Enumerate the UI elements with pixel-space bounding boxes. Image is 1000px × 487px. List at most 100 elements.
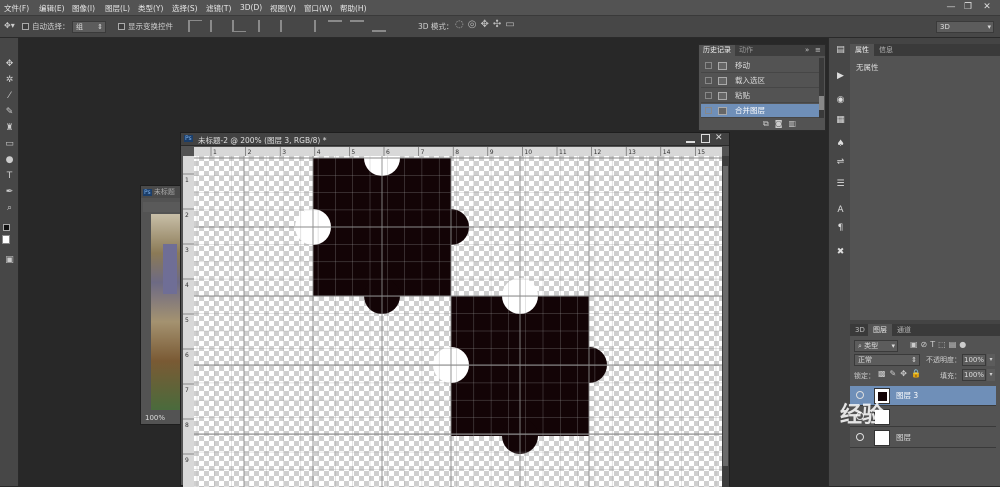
adjustment-panel-icon[interactable]: ⇌: [834, 156, 847, 168]
foreground-color-swatch[interactable]: [3, 224, 10, 231]
trash-icon[interactable]: ▥: [788, 119, 802, 128]
ruler-left-ticks: 1 2 3 4 5 6 7 8 9: [183, 173, 194, 464]
tab-properties[interactable]: 属性: [850, 44, 874, 56]
menu-select[interactable]: 选择(S): [172, 3, 198, 14]
dodge-icon[interactable]: ●: [3, 154, 16, 166]
tab-info[interactable]: 信息: [874, 44, 898, 56]
eyedropper-icon[interactable]: ⁄: [3, 90, 16, 102]
history-source-checkbox[interactable]: [705, 77, 712, 84]
move-tool-icon[interactable]: ✥: [3, 58, 16, 70]
menu-edit[interactable]: 编辑(E): [39, 3, 65, 14]
panel-menu-icon[interactable]: ≡: [815, 45, 821, 56]
menu-3d[interactable]: 3D(D): [240, 3, 262, 12]
history-source-checkbox[interactable]: [705, 107, 712, 114]
history-item[interactable]: 粘贴: [701, 89, 819, 103]
history-source-checkbox[interactable]: [705, 62, 712, 69]
distribute-center-icon[interactable]: [350, 20, 364, 32]
tab-actions[interactable]: 动作: [739, 45, 753, 56]
document-minimize-icon[interactable]: [686, 134, 695, 143]
screen-mode-icon[interactable]: ▣: [3, 254, 16, 266]
lock-icons[interactable]: ▩✎✥🔒: [878, 369, 925, 378]
opacity-chevron-icon[interactable]: ▾: [987, 354, 995, 366]
document-tab[interactable]: Ps 未标题-2 @ 200% (图层 3, RGB/8) * ✕: [181, 133, 729, 146]
ruler-top-label: 14: [663, 149, 671, 156]
actions-play-icon[interactable]: ▶: [834, 70, 847, 82]
history-source-checkbox[interactable]: [705, 92, 712, 99]
background-color-swatch[interactable]: [2, 235, 10, 244]
tab-layers[interactable]: 图层: [868, 324, 892, 336]
auto-select-checkbox[interactable]: [22, 23, 29, 30]
brush-icon[interactable]: ✎: [3, 106, 16, 118]
zoom-icon[interactable]: ⌕: [3, 202, 16, 214]
minimize-button[interactable]: —: [944, 1, 958, 13]
type-tool-icon[interactable]: T: [3, 170, 16, 182]
background-document-tab[interactable]: Ps 未标题: [141, 186, 181, 198]
move-tool-icon[interactable]: ✥▾: [4, 21, 15, 30]
blend-mode-dropdown[interactable]: 正常 ⇕: [854, 354, 920, 366]
pen-icon[interactable]: ✒: [3, 186, 16, 198]
options-bar: ✥▾ 自动选择： 组 ⇕ 显示变换控件 3D 模式： ◌◎✥✣▭ 3D ▾: [0, 16, 1000, 38]
new-document-from-state-icon[interactable]: ⧉: [763, 119, 775, 128]
align-vcenter-icon[interactable]: [210, 20, 224, 32]
menu-image[interactable]: 图像(I): [72, 3, 95, 14]
history-scrollbar-thumb[interactable]: [819, 96, 824, 110]
workspace-dropdown[interactable]: 3D ▾: [936, 21, 994, 33]
brush-panel-icon[interactable]: ♠: [834, 138, 847, 150]
align-bottom-icon[interactable]: [232, 20, 246, 32]
fill-input[interactable]: 100%: [962, 369, 986, 381]
history-item[interactable]: 载入选区: [701, 74, 819, 88]
layer-filter-dropdown[interactable]: ⌕ 类型 ▾: [854, 340, 898, 352]
canvas[interactable]: [194, 156, 722, 487]
auto-select-dropdown[interactable]: 组 ⇕: [72, 21, 106, 33]
fill-chevron-icon[interactable]: ▾: [987, 369, 995, 381]
eraser-icon[interactable]: ▭: [3, 138, 16, 150]
distribute-top-icon[interactable]: [328, 20, 342, 32]
layer-filter-icons[interactable]: ▣⊘T⬚▤●: [910, 340, 969, 349]
character-panel-icon[interactable]: A: [834, 204, 847, 216]
menu-file[interactable]: 文件(F): [4, 3, 29, 14]
3d-panel-icon[interactable]: ◉: [834, 94, 847, 106]
close-button[interactable]: ✕: [980, 1, 994, 13]
background-document-title: 未标题: [153, 188, 175, 196]
document-scrollbar-thumb[interactable]: [723, 166, 728, 466]
paragraph-panel-icon[interactable]: ¶: [834, 222, 847, 234]
history-item-selected[interactable]: 合并图层: [701, 104, 819, 118]
tab-history[interactable]: 历史记录: [699, 45, 735, 56]
menu-view[interactable]: 视图(V): [270, 3, 296, 14]
clone-stamp-icon[interactable]: ♜: [3, 122, 16, 134]
show-transform-label: 显示变换控件: [128, 22, 173, 31]
ruler-top-label: 13: [628, 149, 636, 156]
opacity-input[interactable]: 100%: [962, 354, 986, 366]
history-scrollbar[interactable]: [819, 58, 824, 118]
distribute-bottom-icon[interactable]: [372, 20, 386, 32]
history-item[interactable]: 移动: [701, 59, 819, 73]
grid-panel-icon[interactable]: ▦: [834, 114, 847, 126]
document-window[interactable]: Ps 未标题-2 @ 200% (图层 3, RGB/8) * ✕ 123456…: [180, 132, 730, 487]
align-top-icon[interactable]: [188, 20, 202, 32]
menu-window[interactable]: 窗口(W): [304, 3, 332, 14]
menu-layer[interactable]: 图层(L): [105, 3, 130, 14]
show-transform-checkbox[interactable]: [118, 23, 125, 30]
restore-button[interactable]: ❐: [961, 1, 975, 13]
document-maximize-icon[interactable]: [701, 134, 710, 143]
ruler-left: 1 2 3 4 5 6 7 8 9: [183, 156, 194, 487]
align-left-icon[interactable]: [258, 20, 272, 32]
magic-wand-icon[interactable]: ✲: [3, 74, 16, 86]
align-hcenter-icon[interactable]: [280, 20, 294, 32]
panel-collapse-icon[interactable]: »: [805, 45, 809, 56]
tab-3d[interactable]: 3D: [850, 324, 870, 336]
document-close-icon[interactable]: ✕: [715, 133, 723, 143]
ruler-top-label: 8: [455, 149, 459, 156]
document-scrollbar[interactable]: [722, 156, 729, 487]
tools-preset-icon[interactable]: ✖: [834, 246, 847, 258]
menu-type[interactable]: 类型(Y): [138, 3, 163, 14]
snapshot-camera-icon[interactable]: ◙: [775, 119, 789, 128]
history-panel-icon[interactable]: ▤: [834, 44, 847, 56]
background-document-window[interactable]: Ps 未标题 100%: [140, 185, 182, 425]
align-right-icon[interactable]: [302, 20, 316, 32]
tab-channels[interactable]: 通道: [892, 324, 916, 336]
3d-mode-icons[interactable]: ◌◎✥✣▭: [455, 19, 519, 30]
menu-filter[interactable]: 滤镜(T): [206, 3, 231, 14]
layer-comps-icon[interactable]: ☰: [834, 178, 847, 190]
menu-help[interactable]: 帮助(H): [340, 3, 367, 14]
